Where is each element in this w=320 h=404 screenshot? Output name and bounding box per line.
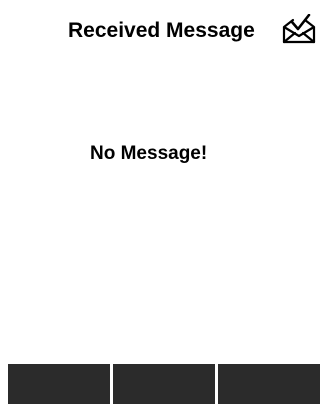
softkey-bar [8, 364, 320, 404]
softkey-middle[interactable] [113, 364, 215, 404]
softkey-right[interactable] [218, 364, 320, 404]
envelope-check-icon [282, 13, 316, 44]
softkey-left[interactable] [8, 364, 110, 404]
no-message-text: No Message! [90, 143, 208, 164]
message-screen: Received Message No Message! [0, 0, 320, 404]
screen-title: Received Message [68, 19, 255, 42]
screen-header: Received Message [0, 10, 320, 50]
